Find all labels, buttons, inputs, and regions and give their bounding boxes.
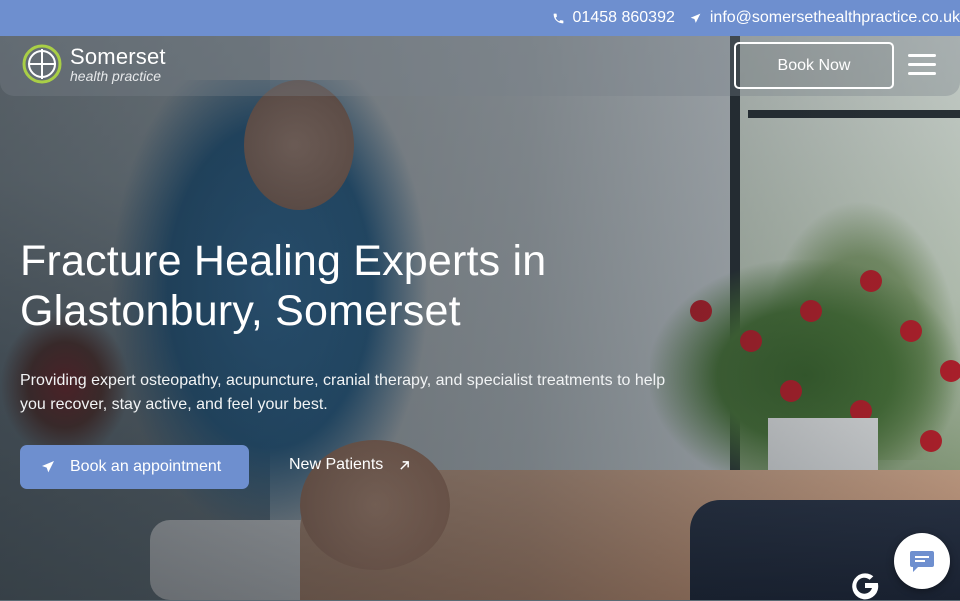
send-arrow-icon bbox=[42, 461, 54, 473]
google-g-icon[interactable] bbox=[848, 567, 882, 601]
site-header: Somerset health practice Book Now bbox=[0, 36, 960, 96]
email-address: info@somersethealthpractice.co.uk bbox=[709, 9, 960, 26]
logo-secondary-text: health practice bbox=[70, 67, 162, 84]
arrow-up-right-icon bbox=[400, 460, 410, 470]
chat-button[interactable] bbox=[894, 533, 950, 589]
new-patients-link[interactable]: New Patients bbox=[289, 456, 410, 474]
new-patients-label: New Patients bbox=[289, 456, 384, 473]
hero-headline: Fracture Healing Experts in Glastonbury,… bbox=[20, 237, 547, 335]
phone-number: 01458 860392 bbox=[572, 9, 675, 26]
phone-link[interactable]: 01458 860392 bbox=[552, 9, 675, 27]
logo-mark-icon bbox=[22, 44, 62, 84]
book-now-button[interactable]: Book Now bbox=[734, 42, 894, 89]
book-appointment-label: Book an appointment bbox=[70, 458, 222, 475]
book-appointment-button[interactable]: Book an appointment bbox=[20, 445, 249, 489]
logo-primary-text: Somerset bbox=[70, 43, 166, 69]
logo[interactable]: Somerset health practice bbox=[22, 44, 166, 84]
hero-subtext: Providing expert osteopathy, acupuncture… bbox=[20, 372, 666, 413]
contact-bar: 01458 860392 info@somersethealthpractice… bbox=[0, 0, 960, 36]
send-arrow-icon bbox=[690, 13, 701, 23]
email-link[interactable]: info@somersethealthpractice.co.uk bbox=[689, 9, 960, 27]
hamburger-menu-icon[interactable] bbox=[908, 54, 936, 76]
phone-icon bbox=[553, 13, 563, 23]
chat-bubble-icon bbox=[910, 551, 934, 572]
